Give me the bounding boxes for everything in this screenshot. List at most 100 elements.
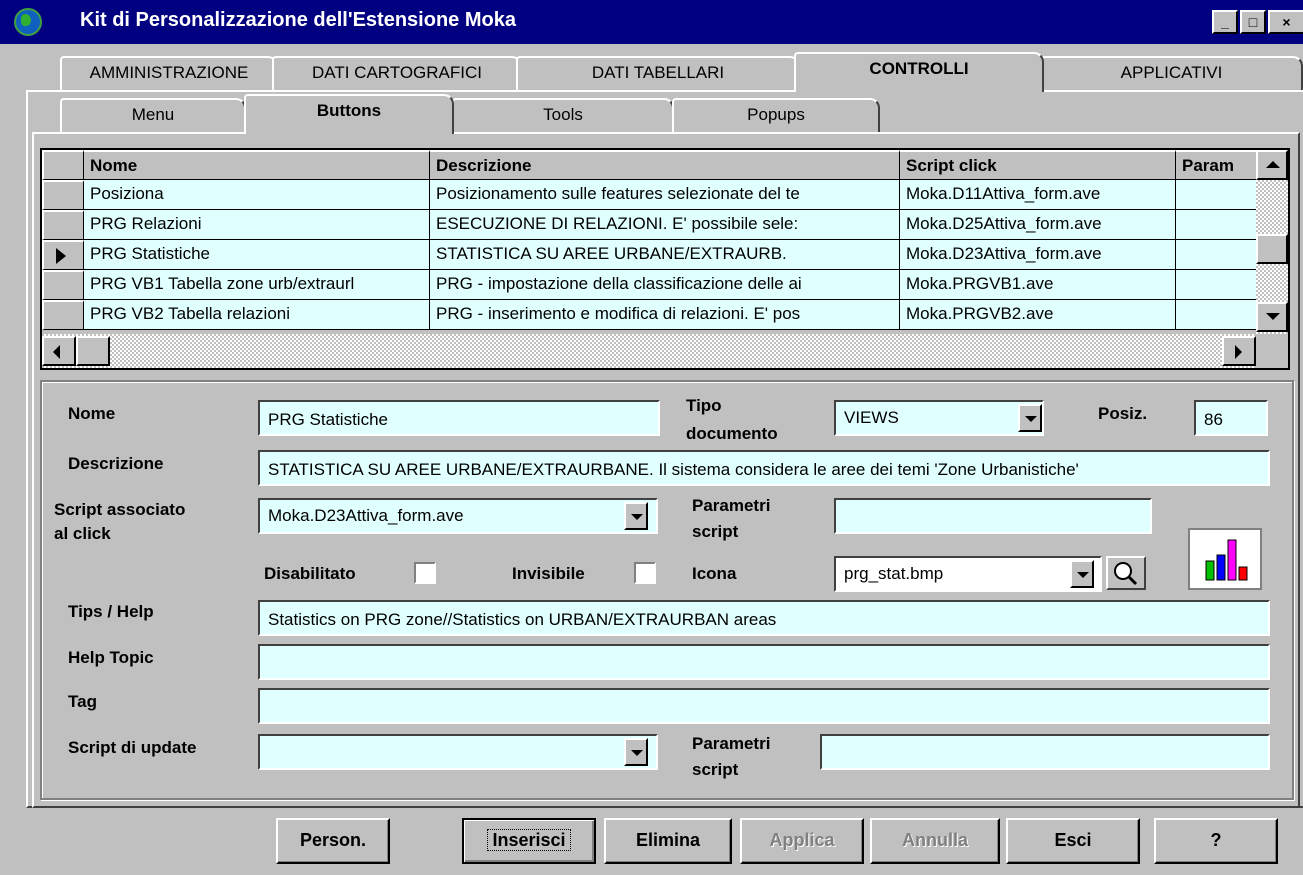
- row-selector[interactable]: [42, 180, 84, 210]
- script-click-dropdown-button[interactable]: [624, 502, 648, 530]
- inserisci-label: Inserisci: [487, 829, 571, 851]
- row-selector[interactable]: [42, 300, 84, 330]
- table-cell[interactable]: [1176, 210, 1266, 240]
- icon-bar: [1227, 539, 1237, 581]
- parametri-script-label-line1: Parametri: [692, 496, 771, 515]
- search-icon-button[interactable]: [1106, 556, 1146, 590]
- magnifier-icon: [1114, 562, 1138, 586]
- row-selector[interactable]: [42, 210, 84, 240]
- icona-dropdown-button[interactable]: [1070, 560, 1094, 588]
- row-selector[interactable]: [42, 270, 84, 300]
- script-click-label-line2: al click: [54, 524, 111, 543]
- scroll-right-button[interactable]: [1222, 336, 1256, 366]
- table-cell[interactable]: Moka.D25Attiva_form.ave: [900, 210, 1176, 240]
- table-cell[interactable]: PRG - inserimento e modifica di relazion…: [430, 300, 900, 330]
- parametri-script-field[interactable]: [834, 498, 1152, 534]
- icon-bar: [1205, 560, 1215, 581]
- tips-help-label: Tips / Help: [68, 602, 154, 621]
- help-topic-field[interactable]: [258, 644, 1270, 680]
- tab-amministrazione[interactable]: AMMINISTRAZIONE: [60, 56, 278, 90]
- esci-button[interactable]: Esci: [1006, 818, 1140, 864]
- current-row-arrow-icon: [56, 248, 66, 264]
- help-button[interactable]: ?: [1154, 818, 1278, 864]
- inserisci-button[interactable]: Inserisci: [462, 818, 596, 864]
- table-cell[interactable]: STATISTICA SU AREE URBANE/EXTRAURB.: [430, 240, 900, 270]
- window-title: Kit di Personalizzazione dell'Estensione…: [80, 9, 516, 31]
- arrow-left-icon: [53, 345, 60, 359]
- subtab-buttons[interactable]: Buttons: [244, 94, 454, 134]
- title-bar: Kit di Personalizzazione dell'Estensione…: [0, 0, 1303, 44]
- descrizione-field[interactable]: STATISTICA SU AREE URBANE/EXTRAURBANE. I…: [258, 450, 1270, 486]
- table-cell[interactable]: PRG VB1 Tabella zone urb/extraurl: [84, 270, 430, 300]
- disabilitato-checkbox[interactable]: [414, 562, 436, 584]
- column-header-script-click[interactable]: Script click: [900, 150, 1176, 180]
- applica-button[interactable]: Applica: [740, 818, 864, 864]
- subtab-menu[interactable]: Menu: [60, 98, 246, 132]
- scrollbar-corner: [1256, 334, 1288, 368]
- tag-field[interactable]: [258, 688, 1270, 724]
- horizontal-scrollbar[interactable]: [42, 334, 1256, 368]
- vertical-scroll-thumb[interactable]: [1256, 234, 1288, 264]
- minimize-button[interactable]: _: [1212, 10, 1238, 34]
- subtab-tools[interactable]: Tools: [452, 98, 674, 132]
- column-header-descrizione[interactable]: Descrizione: [430, 150, 900, 180]
- table-cell[interactable]: PRG VB2 Tabella relazioni: [84, 300, 430, 330]
- close-button[interactable]: ×: [1268, 10, 1303, 34]
- tipo-documento-label-line2: documento: [686, 424, 778, 443]
- arrow-up-icon: [1266, 161, 1280, 168]
- icona-select[interactable]: prg_stat.bmp: [834, 556, 1102, 592]
- table-cell[interactable]: PRG - impostazione della classificazione…: [430, 270, 900, 300]
- update-parametri-field[interactable]: [820, 734, 1270, 770]
- table-cell[interactable]: Moka.PRGVB1.ave: [900, 270, 1176, 300]
- table-cell[interactable]: ESECUZIONE DI RELAZIONI. E' possibile se…: [430, 210, 900, 240]
- icon-preview: [1188, 528, 1262, 590]
- table-cell[interactable]: [1176, 300, 1266, 330]
- table-cell[interactable]: Moka.PRGVB2.ave: [900, 300, 1176, 330]
- script-click-select[interactable]: Moka.D23Attiva_form.ave: [258, 498, 658, 534]
- buttons-grid[interactable]: Nome Descrizione Script click Param Posi…: [40, 148, 1290, 370]
- table-cell[interactable]: [1176, 240, 1266, 270]
- tag-label: Tag: [68, 692, 97, 711]
- tipo-documento-dropdown-button[interactable]: [1018, 404, 1042, 432]
- tab-controlli[interactable]: CONTROLLI: [794, 52, 1044, 92]
- posiz-label: Posiz.: [1098, 404, 1148, 423]
- table-cell[interactable]: PRG Statistiche: [84, 240, 430, 270]
- table-cell[interactable]: Moka.D11Attiva_form.ave: [900, 180, 1176, 210]
- table-cell[interactable]: [1176, 270, 1266, 300]
- scroll-down-button[interactable]: [1256, 302, 1288, 332]
- scroll-left-button[interactable]: [42, 336, 76, 366]
- tab-applicativi[interactable]: APPLICATIVI: [1040, 56, 1303, 90]
- table-cell[interactable]: Posizionamento sulle features selezionat…: [430, 180, 900, 210]
- help-topic-label: Help Topic: [68, 648, 154, 667]
- horizontal-scroll-thumb[interactable]: [76, 336, 110, 366]
- script-update-select[interactable]: [258, 734, 658, 770]
- tab-dati-cartografici[interactable]: DATI CARTOGRAFICI: [272, 56, 522, 90]
- column-header-param[interactable]: Param: [1176, 150, 1266, 180]
- person-button[interactable]: Person.: [276, 818, 390, 864]
- maximize-button[interactable]: □: [1240, 10, 1266, 34]
- tab-dati-tabellari[interactable]: DATI TABELLARI: [516, 56, 800, 90]
- row-selector-current[interactable]: [42, 240, 84, 270]
- subtab-popups[interactable]: Popups: [672, 98, 880, 132]
- scroll-up-button[interactable]: [1256, 150, 1288, 180]
- invisibile-checkbox[interactable]: [634, 562, 656, 584]
- script-click-label-line1: Script associato: [54, 500, 186, 519]
- update-parametri-label-line1: Parametri: [692, 734, 771, 753]
- script-update-dropdown-button[interactable]: [624, 738, 648, 766]
- tipo-documento-select[interactable]: VIEWS: [834, 400, 1044, 436]
- annulla-button[interactable]: Annulla: [870, 818, 1000, 864]
- nome-field[interactable]: PRG Statistiche: [258, 400, 660, 436]
- arrow-down-icon: [1266, 313, 1280, 320]
- table-cell[interactable]: Posiziona: [84, 180, 430, 210]
- table-cell[interactable]: PRG Relazioni: [84, 210, 430, 240]
- grid-corner: [42, 150, 84, 180]
- column-header-nome[interactable]: Nome: [84, 150, 430, 180]
- tips-help-field[interactable]: Statistics on PRG zone//Statistics on UR…: [258, 600, 1270, 636]
- script-click-value: Moka.D23Attiva_form.ave: [268, 506, 464, 525]
- parametri-script-label-line2: script: [692, 522, 739, 541]
- table-cell[interactable]: Moka.D23Attiva_form.ave: [900, 240, 1176, 270]
- table-cell[interactable]: [1176, 180, 1266, 210]
- script-update-label: Script di update: [68, 738, 197, 757]
- posiz-field[interactable]: 86: [1194, 400, 1268, 436]
- elimina-button[interactable]: Elimina: [604, 818, 732, 864]
